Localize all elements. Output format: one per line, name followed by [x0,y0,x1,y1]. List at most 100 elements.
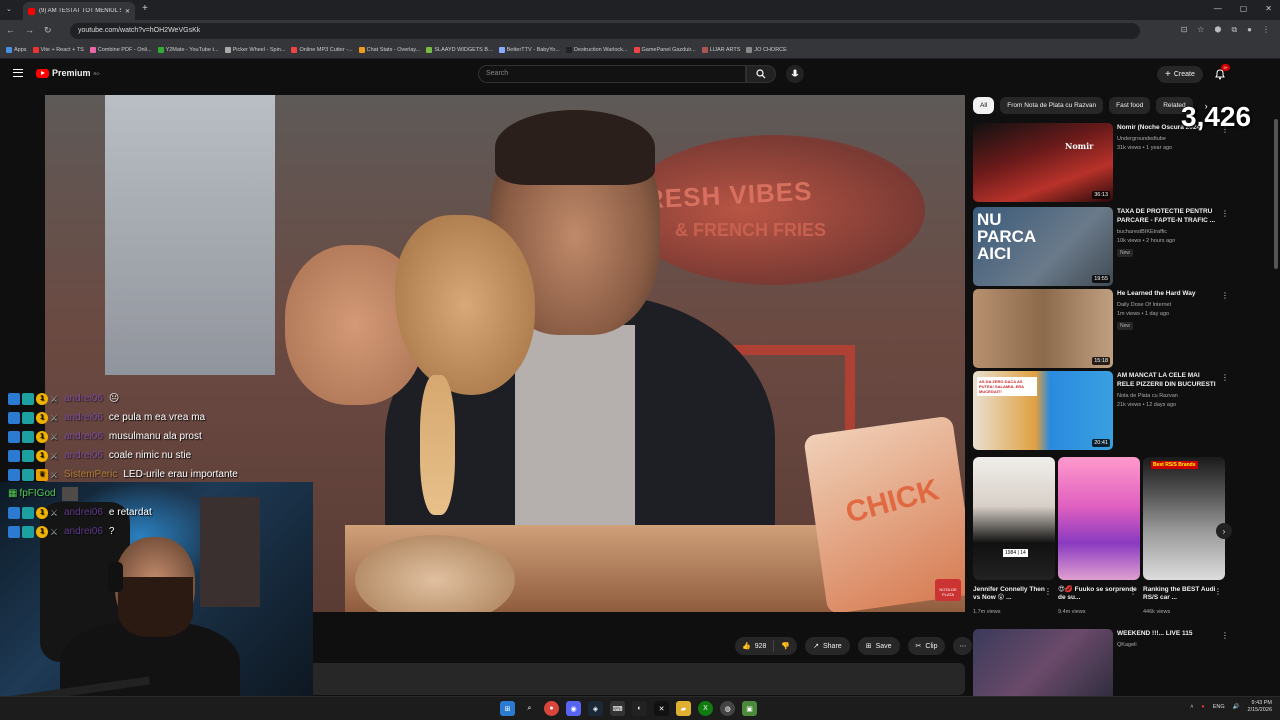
minecraft-icon[interactable]: ▣ [742,701,757,716]
like-button[interactable]: 👍 928 [735,640,775,652]
tab-close-icon[interactable]: ✕ [125,8,130,15]
file-explorer-icon[interactable]: ▰ [676,701,691,716]
start-icon[interactable]: ⊞ [500,701,515,716]
bookmark-item[interactable]: Destruction Warlock... [565,47,628,53]
video-duration: 36:13 [1092,191,1110,199]
short-thumbnail[interactable]: Best RS/S Brands [1143,457,1225,580]
short-thumbnail[interactable]: 1984 | 14 [973,457,1055,580]
chip-from-nota-de-plata-cu-razvan[interactable]: From Nota de Plata cu Razvan [1000,97,1104,114]
channel-name[interactable]: bucharestBIKEtraffic [1117,229,1167,235]
more-options-icon[interactable]: ⋮ [1214,587,1222,596]
extension-icon[interactable]: ⬢ [1214,25,1221,35]
bookmark-item[interactable]: GamePanel Gazduir... [633,47,696,53]
dislike-button[interactable]: 👎 [774,642,797,650]
short-thumbnail[interactable] [1058,457,1140,580]
youtube-logo[interactable]: Premium RO [36,68,100,78]
create-button[interactable]: + Create [1157,66,1203,83]
maximize-icon[interactable]: ▢ [1240,4,1248,13]
language-indicator[interactable]: ENG [1213,704,1225,710]
xbox-icon[interactable]: X [698,701,713,716]
voice-search-button[interactable] [786,65,804,83]
save-button[interactable]: ⊞ Save [857,637,900,655]
bookmark-item[interactable]: BetterTTV - BabyYo... [498,47,560,53]
bookmark-item[interactable]: Apps [6,47,27,53]
bookmark-item[interactable]: SLAAYD WIDGETS B... [426,47,493,53]
video-thumbnail[interactable]: 15:18 [973,289,1113,368]
discord-icon[interactable]: ◉ [566,701,581,716]
capcut-icon[interactable]: ✕ [654,701,669,716]
bookmark-item[interactable]: JO CHORCE [746,47,787,53]
steam-icon[interactable]: ◈ [588,701,603,716]
more-options-icon[interactable]: ⋮ [1044,587,1052,596]
headphones [108,562,123,592]
more-options-icon[interactable]: ⋮ [1221,631,1229,640]
install-app-icon[interactable]: ⊡ [1181,25,1188,35]
shorts-next-button[interactable]: › [1216,523,1232,539]
more-options-icon[interactable]: ⋮ [1221,373,1229,382]
channel-name[interactable]: Undergroundedtube [1117,136,1166,142]
video-title[interactable]: TAXA DE PROTECTIE PENTRU PARCARE - FAPTE… [1117,208,1217,226]
bookmark-star-icon[interactable]: ☆ [1197,25,1204,35]
video-thumbnail[interactable]: Nomir 36:13 [973,123,1113,202]
browser-tab[interactable]: (9) AM TESTAT TOT MENIUL SF... ✕ [23,2,135,20]
bookmark-item[interactable]: Y2Mate - YouTube t... [157,47,219,53]
more-options-icon[interactable]: ⋮ [1221,209,1229,218]
close-window-icon[interactable]: ✕ [1265,4,1272,13]
scrollbar[interactable] [1273,59,1279,720]
share-button[interactable]: ↗ Share [805,637,850,655]
bookmark-item[interactable]: LIJAR ARTS [701,47,740,53]
channel-watermark[interactable]: NOTA DE PLATA [935,579,961,601]
channel-name[interactable]: QKageli [1117,642,1137,648]
search-taskbar-icon[interactable]: ⌕ [522,701,537,716]
forward-icon[interactable]: → [25,25,34,36]
bookmark-item[interactable]: Online MP3 Cutter -... [291,47,353,53]
guide-menu-icon[interactable] [13,69,23,77]
profile-icon[interactable]: ● [1247,25,1252,35]
notifications-button[interactable]: 9+ [1214,64,1230,80]
url-field[interactable]: youtube.com/watch?v=hOH2WeVGsKk [70,23,1140,39]
search-input[interactable]: Search [478,65,746,83]
new-tab-button[interactable]: + [142,3,148,14]
short-title[interactable]: 😍💋 Fuuko se sorprende de su... [1058,586,1138,603]
tray-chevron-icon[interactable]: ˄ [1190,704,1193,710]
clock[interactable]: 9:43 PM 2/15/2026 [1248,700,1272,714]
tab-menu-icon[interactable]: ⌄ [6,5,12,13]
chip-all[interactable]: All [973,97,995,114]
chrome-icon[interactable]: ● [544,701,559,716]
video-thumbnail[interactable]: AS DA ZERO DACA AS PUTEA! SALAMUL ERA MU… [973,371,1113,450]
chip-fast-food[interactable]: Fast food [1109,97,1151,114]
extensions-puzzle-icon[interactable]: ⧉ [1231,25,1237,35]
bookmark-item[interactable]: Combine PDF - Onli... [89,47,152,53]
recommendation-item[interactable]: NU PARCA AICI 19:55 TAXA DE PROTECTIE PENT… [973,207,1273,287]
minimize-icon[interactable]: — [1214,4,1222,13]
browser-menu-icon[interactable]: ⋮ [1262,25,1270,35]
scrollbar-thumb[interactable] [1274,119,1278,269]
reload-icon[interactable]: ↻ [44,25,52,36]
recommendation-item[interactable]: AS DA ZERO DACA AS PUTEA! SALAMUL ERA MU… [973,371,1273,451]
channel-name[interactable]: Daily Dose Of Internet [1117,302,1171,308]
clip-button[interactable]: ✂ Clip [907,637,946,655]
video-thumbnail[interactable]: NU PARCA AICI 19:55 [973,207,1113,286]
keyboard-icon[interactable]: ⌨ [610,701,625,716]
video-title[interactable]: He Learned the Hard Way [1117,290,1217,299]
more-options-icon[interactable]: ⋮ [1221,291,1229,300]
app-icon[interactable]: ◍ [720,701,735,716]
bookmark-item[interactable]: Vite + React + TS [32,47,84,53]
video-title[interactable]: AM MANCAT LA CELE MAI RELE PIZZERII DIN … [1117,372,1217,390]
search-button[interactable] [746,65,776,83]
back-icon[interactable]: ← [6,25,15,36]
bookmark-item[interactable]: Picker Wheel - Spin... [224,47,285,53]
short-title[interactable]: Jennifer Connelly Then vs Now 😮 ... [973,586,1053,603]
more-options-icon[interactable]: ⋮ [1129,587,1137,596]
recommendation-item[interactable]: Nomir 36:13 Nomir (Noche Oscura 2024) Under… [973,123,1273,203]
video-title[interactable]: WEEKEND !!!... LIVE 115 [1117,630,1217,639]
short-title[interactable]: Ranking the BEST Audi RS/S car ... [1143,586,1223,603]
channel-name[interactable]: Nota de Plata cu Razvan [1117,393,1178,399]
recommendation-item[interactable]: 15:18 He Learned the Hard Way Daily Dose O… [973,289,1273,369]
obs-icon[interactable]: ◐ [632,701,647,716]
mic-tray-icon[interactable]: ● [1201,704,1204,710]
more-actions-button[interactable]: ⋯ [953,637,973,655]
bookmark-item[interactable]: Chat Stats - Overlay... [358,47,421,53]
bookmark-label: Chat Stats - Overlay... [366,47,421,53]
speaker-icon[interactable]: 🔊 [1233,704,1240,710]
